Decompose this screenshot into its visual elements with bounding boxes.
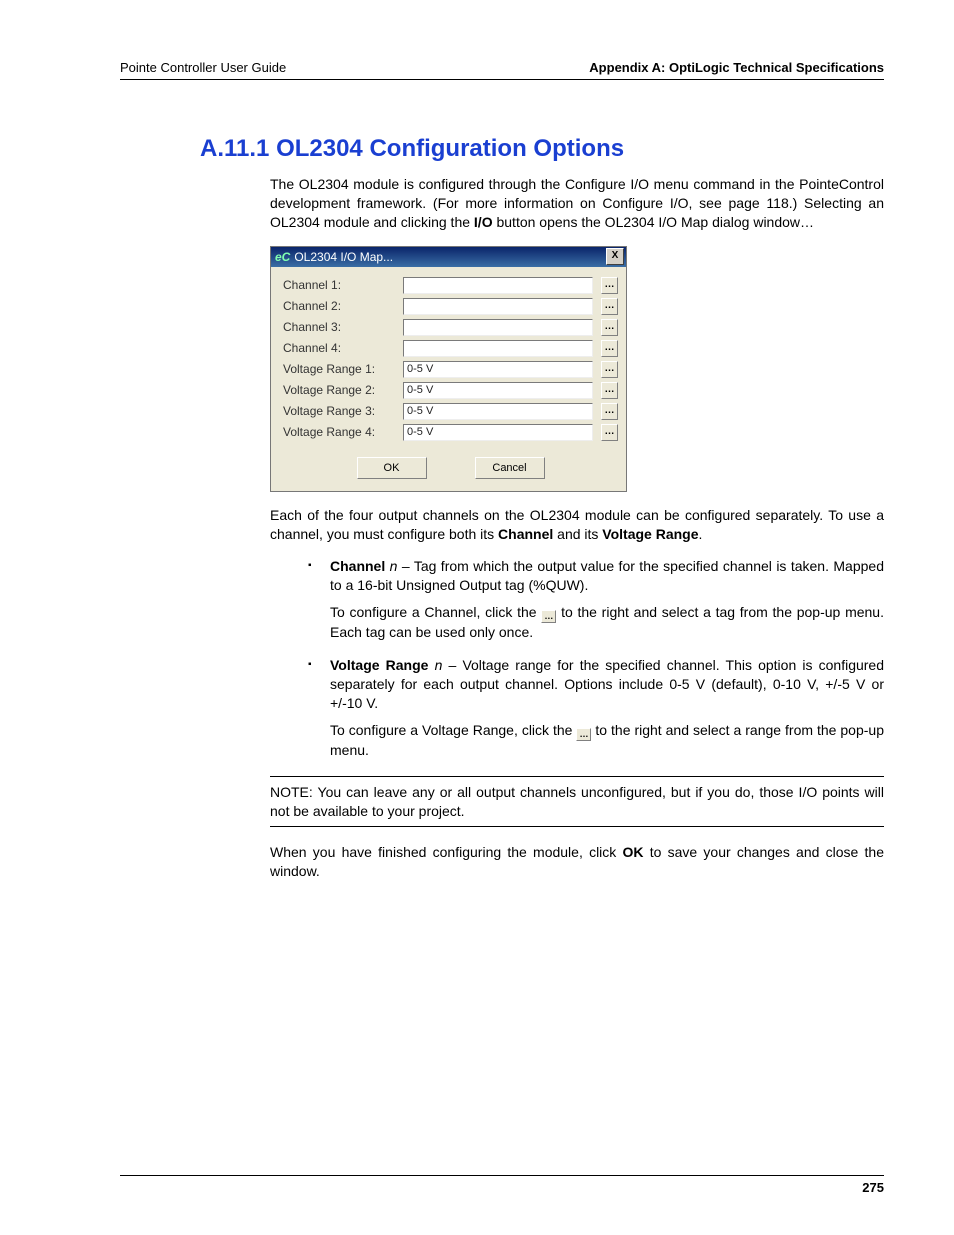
label-voltage-1: Voltage Range 1: xyxy=(283,362,395,376)
dialog-titlebar: eC OL2304 I/O Map... X xyxy=(271,247,626,267)
browse-button-voltage-4[interactable]: … xyxy=(601,424,618,441)
input-voltage-1[interactable]: 0-5 V xyxy=(403,361,593,378)
header-right: Appendix A: OptiLogic Technical Specific… xyxy=(589,60,884,75)
row-voltage-3: Voltage Range 3: 0-5 V … xyxy=(283,403,618,420)
label-voltage-2: Voltage Range 2: xyxy=(283,383,395,397)
input-channel-1[interactable] xyxy=(403,277,593,294)
browse-button-voltage-3[interactable]: … xyxy=(601,403,618,420)
intro-paragraph: The OL2304 module is configured through … xyxy=(270,175,884,232)
row-channel-1: Channel 1: … xyxy=(283,277,618,294)
browse-button-channel-1[interactable]: … xyxy=(601,277,618,294)
browse-button-voltage-1[interactable]: … xyxy=(601,361,618,378)
input-voltage-2[interactable]: 0-5 V xyxy=(403,382,593,399)
header-left: Pointe Controller User Guide xyxy=(120,60,286,75)
browse-button-channel-2[interactable]: … xyxy=(601,298,618,315)
input-channel-4[interactable] xyxy=(403,340,593,357)
browse-button-channel-3[interactable]: … xyxy=(601,319,618,336)
dialog-title: OL2304 I/O Map... xyxy=(294,250,393,264)
row-channel-2: Channel 2: … xyxy=(283,298,618,315)
browse-button-channel-4[interactable]: … xyxy=(601,340,618,357)
browse-button-voltage-2[interactable]: … xyxy=(601,382,618,399)
row-voltage-2: Voltage Range 2: 0-5 V … xyxy=(283,382,618,399)
app-icon: eC xyxy=(275,250,290,264)
label-channel-2: Channel 2: xyxy=(283,299,395,313)
section-heading: A.11.1 OL2304 Configuration Options xyxy=(200,135,884,163)
label-channel-1: Channel 1: xyxy=(283,278,395,292)
row-channel-3: Channel 3: … xyxy=(283,319,618,336)
close-icon[interactable]: X xyxy=(606,248,624,265)
section-number: A.11.1 xyxy=(200,135,269,162)
label-channel-3: Channel 3: xyxy=(283,320,395,334)
page-number: 275 xyxy=(120,1175,884,1195)
io-map-dialog: eC OL2304 I/O Map... X Channel 1: … Chan… xyxy=(270,246,627,492)
bullet-voltage-range: Voltage Range n – Voltage range for the … xyxy=(308,656,884,760)
ellipsis-icon: … xyxy=(541,610,556,623)
ellipsis-icon: … xyxy=(576,728,591,741)
label-voltage-3: Voltage Range 3: xyxy=(283,404,395,418)
label-voltage-4: Voltage Range 4: xyxy=(283,425,395,439)
input-channel-2[interactable] xyxy=(403,298,593,315)
row-channel-4: Channel 4: … xyxy=(283,340,618,357)
label-channel-4: Channel 4: xyxy=(283,341,395,355)
section-title-text: OL2304 Configuration Options xyxy=(276,135,624,162)
note-block: NOTE: You can leave any or all output ch… xyxy=(270,776,884,828)
ok-button[interactable]: OK xyxy=(357,457,427,479)
input-voltage-4[interactable]: 0-5 V xyxy=(403,424,593,441)
row-voltage-4: Voltage Range 4: 0-5 V … xyxy=(283,424,618,441)
input-channel-3[interactable] xyxy=(403,319,593,336)
row-voltage-1: Voltage Range 1: 0-5 V … xyxy=(283,361,618,378)
closing-paragraph: When you have finished configuring the m… xyxy=(270,843,884,881)
input-voltage-3[interactable]: 0-5 V xyxy=(403,403,593,420)
page-header: Pointe Controller User Guide Appendix A:… xyxy=(120,60,884,80)
paragraph-channels: Each of the four output channels on the … xyxy=(270,506,884,544)
bullet-channel: Channel n – Tag from which the output va… xyxy=(308,557,884,642)
cancel-button[interactable]: Cancel xyxy=(475,457,545,479)
